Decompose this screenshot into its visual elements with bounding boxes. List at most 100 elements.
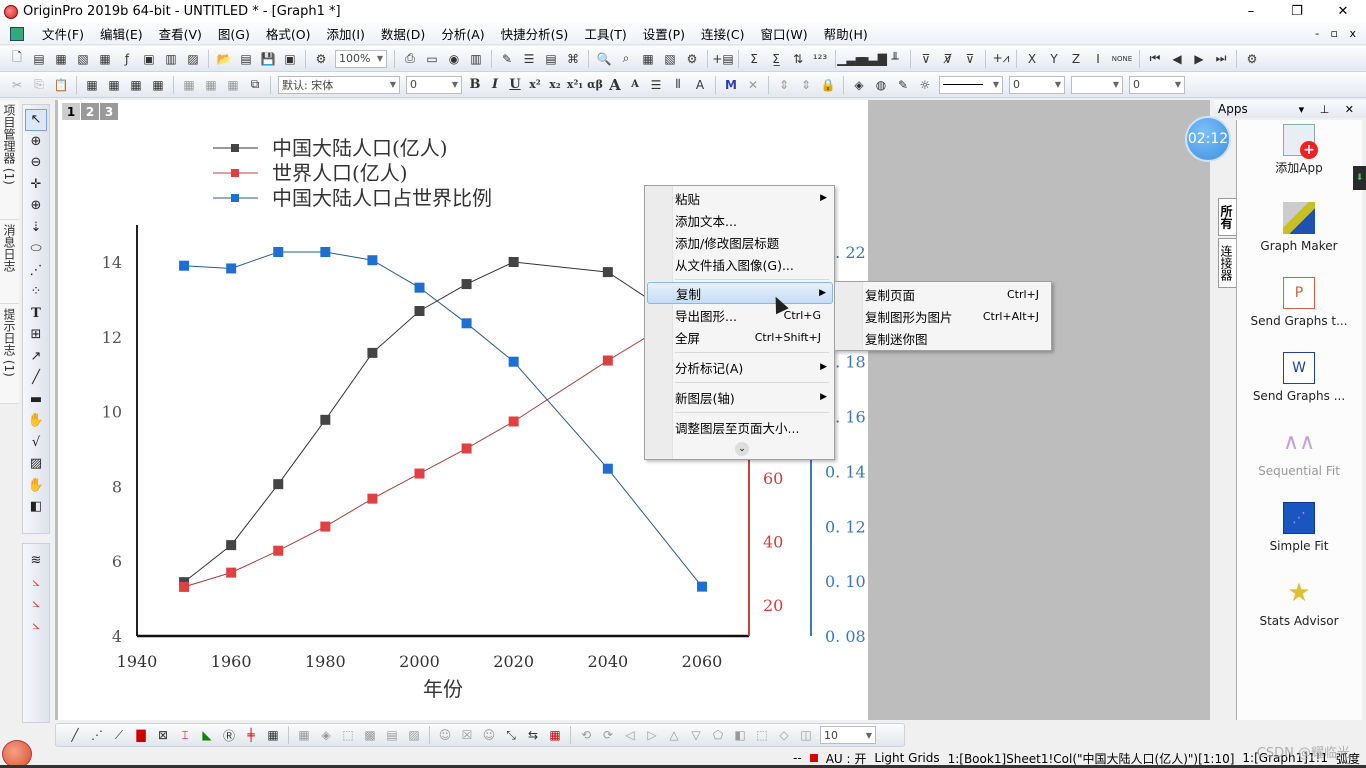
new-notes-icon[interactable]: ▥: [161, 49, 181, 69]
decrease-font-button[interactable]: A: [625, 79, 645, 90]
bold-button[interactable]: B: [465, 77, 485, 92]
menu-connectivity[interactable]: 连接(C): [693, 24, 752, 43]
data-reader-icon[interactable]: ⊕: [25, 195, 47, 217]
font-name-combo[interactable]: 默认: 宋体 ▼: [278, 75, 400, 94]
set-z-button[interactable]: Z: [1066, 49, 1086, 69]
sum-icon[interactable]: Σ: [744, 49, 764, 69]
print-icon[interactable]: ⎙: [400, 49, 420, 69]
line-color-icon[interactable]: ✎: [893, 75, 913, 95]
3d-bars-icon[interactable]: ▦: [294, 725, 314, 745]
cut-icon[interactable]: ✂: [7, 75, 27, 95]
messages-log-tab[interactable]: 消息日志: [0, 220, 19, 304]
rescale-icon[interactable]: ⤡: [501, 725, 521, 745]
decrease-perspective-icon[interactable]: ▽: [686, 725, 706, 745]
status-grids[interactable]: Light Grids: [874, 751, 939, 765]
move-layer-icon[interactable]: ✋: [25, 475, 47, 497]
app-stats-advisor[interactable]: ★ Stats Advisor: [1237, 577, 1361, 630]
column-chart-icon[interactable]: ▅▃▇: [859, 49, 887, 69]
open-template-icon[interactable]: ▤: [236, 49, 256, 69]
statistics-plot-icon[interactable]: ⌶: [175, 725, 195, 745]
supersubscript-button[interactable]: x²₁: [565, 78, 585, 91]
swap-icon[interactable]: ☺: [479, 725, 499, 745]
menu-preferences[interactable]: 设置(P): [635, 24, 693, 43]
statistics-icon[interactable]: Σ̲: [766, 49, 786, 69]
fit-frame-icon[interactable]: ⬚: [752, 725, 772, 745]
hand-icon[interactable]: ✋: [25, 410, 47, 432]
data-selector-icon[interactable]: ⇣: [25, 217, 47, 239]
import-excel-icon[interactable]: ▦: [148, 75, 168, 95]
line-plot-icon[interactable]: ╱: [65, 725, 85, 745]
apps-panel-controls[interactable]: ▾ ⊥ ✕: [1299, 103, 1360, 116]
restore-button[interactable]: ❐: [1274, 0, 1320, 23]
template-library-icon[interactable]: ▦: [263, 725, 283, 745]
3d-surface-icon[interactable]: ◈: [316, 725, 336, 745]
column-plot-icon[interactable]: ▇: [131, 725, 151, 745]
screen-reader-icon[interactable]: ✛: [25, 174, 47, 196]
app-send-graphs-word[interactable]: W Send Graphs ...: [1237, 352, 1361, 405]
set-y-button[interactable]: Y: [1044, 49, 1064, 69]
worksheet-icon[interactable]: ▦: [638, 49, 658, 69]
app-send-graphs-ppt[interactable]: P Send Graphs t...: [1237, 277, 1361, 330]
next-icon[interactable]: ▶: [1189, 49, 1209, 69]
import-multiple-ascii-icon[interactable]: ▦: [126, 75, 146, 95]
stock-plot-icon[interactable]: ╪: [241, 725, 261, 745]
copy-page-icon[interactable]: ◉: [444, 49, 464, 69]
rotation-step-combo[interactable]: 10 ▼: [820, 726, 876, 744]
smart-hint-log-tab[interactable]: 提示日志 (1): [0, 304, 19, 404]
transpose-icon[interactable]: ▦: [179, 75, 199, 95]
pattern-combo[interactable]: ▼: [1071, 75, 1123, 94]
line-tool-icon[interactable]: ╱: [25, 367, 47, 389]
project-explorer-tab[interactable]: 项目管理器 (1): [0, 100, 19, 220]
menu-view[interactable]: 查看(V): [151, 24, 210, 43]
menu-analysis[interactable]: 分析(A): [433, 24, 492, 43]
reapply-filter-icon[interactable]: ⊽: [960, 49, 980, 69]
graph-window-icon[interactable]: [10, 26, 24, 41]
menu-item-new-layer[interactable]: 新图层(轴) ▶: [647, 386, 833, 408]
code-builder-icon[interactable]: ✎: [497, 49, 517, 69]
save-template-icon[interactable]: ▣: [280, 49, 300, 69]
app-launcher-icon[interactable]: ⚙: [1242, 49, 1262, 69]
subscript-button[interactable]: x₂: [545, 78, 565, 91]
add-right-y-icon[interactable]: ⦣: [25, 593, 47, 615]
menu-item-add-text[interactable]: 添加文本...: [647, 209, 833, 231]
expand-menu-icon[interactable]: ⌄: [735, 442, 749, 456]
download-icon[interactable]: ⬇: [1353, 166, 1366, 190]
recalculate-icon[interactable]: ⚙: [311, 49, 331, 69]
menu-item-copy[interactable]: 复制 ▶: [647, 282, 833, 304]
menu-item-export-graph[interactable]: 导出图形... Ctrl+G: [647, 304, 833, 326]
3d-rotate-icon[interactable]: ◧: [25, 496, 47, 518]
pattern-width-combo[interactable]: 0 ▼: [1129, 75, 1185, 94]
paste-icon[interactable]: 📋: [51, 75, 71, 95]
command-window-icon[interactable]: ▤: [541, 49, 561, 69]
mask-icon[interactable]: M: [721, 75, 741, 95]
align-left-icon[interactable]: ☰: [646, 75, 666, 95]
merge-graph-icon[interactable]: ▦: [545, 725, 565, 745]
layer-tab-3[interactable]: 3: [100, 103, 118, 120]
script-window-icon[interactable]: ▧: [660, 49, 680, 69]
filter-icon[interactable]: ⊽: [916, 49, 936, 69]
new-excel-icon[interactable]: ▨: [183, 49, 203, 69]
menu-item-insert-image[interactable]: 从文件插入图像(G)...: [647, 253, 833, 275]
box-icon[interactable]: ◫: [796, 725, 816, 745]
font-color-icon[interactable]: A: [690, 75, 710, 95]
new-project-icon[interactable]: 🗋: [7, 49, 27, 69]
line-width-combo[interactable]: 0 ▼: [1009, 75, 1065, 94]
menu-item-analysis-markers[interactable]: 分析标记(A) ▶: [647, 356, 833, 378]
add-column-icon[interactable]: +▤: [712, 49, 733, 69]
greek-button[interactable]: αβ: [585, 78, 605, 91]
menu-item-copy-page[interactable]: 复制页面 Ctrl+J: [837, 283, 1049, 305]
menu-item-full-screen[interactable]: 全屏 Ctrl+Shift+J: [647, 326, 833, 348]
menu-graph[interactable]: 图(G): [210, 24, 258, 43]
area-plot-icon[interactable]: ◣: [197, 725, 217, 745]
shrink-icon[interactable]: ◧: [730, 725, 750, 745]
movie-icon[interactable]: ▥: [466, 49, 486, 69]
unmask-icon[interactable]: ✕: [743, 75, 763, 95]
annotation-icon[interactable]: ⊞: [25, 324, 47, 346]
pointer-icon[interactable]: ↖: [25, 109, 47, 131]
sort-icon[interactable]: ⇅: [788, 49, 808, 69]
pattern-icon[interactable]: ◍: [871, 75, 891, 95]
import-single-ascii-icon[interactable]: ▦: [104, 75, 124, 95]
menu-gadgets[interactable]: 快捷分析(S): [493, 24, 577, 43]
line-symbol-plot-icon[interactable]: ⟋: [109, 725, 129, 745]
first-icon[interactable]: ⏮: [1145, 49, 1165, 69]
